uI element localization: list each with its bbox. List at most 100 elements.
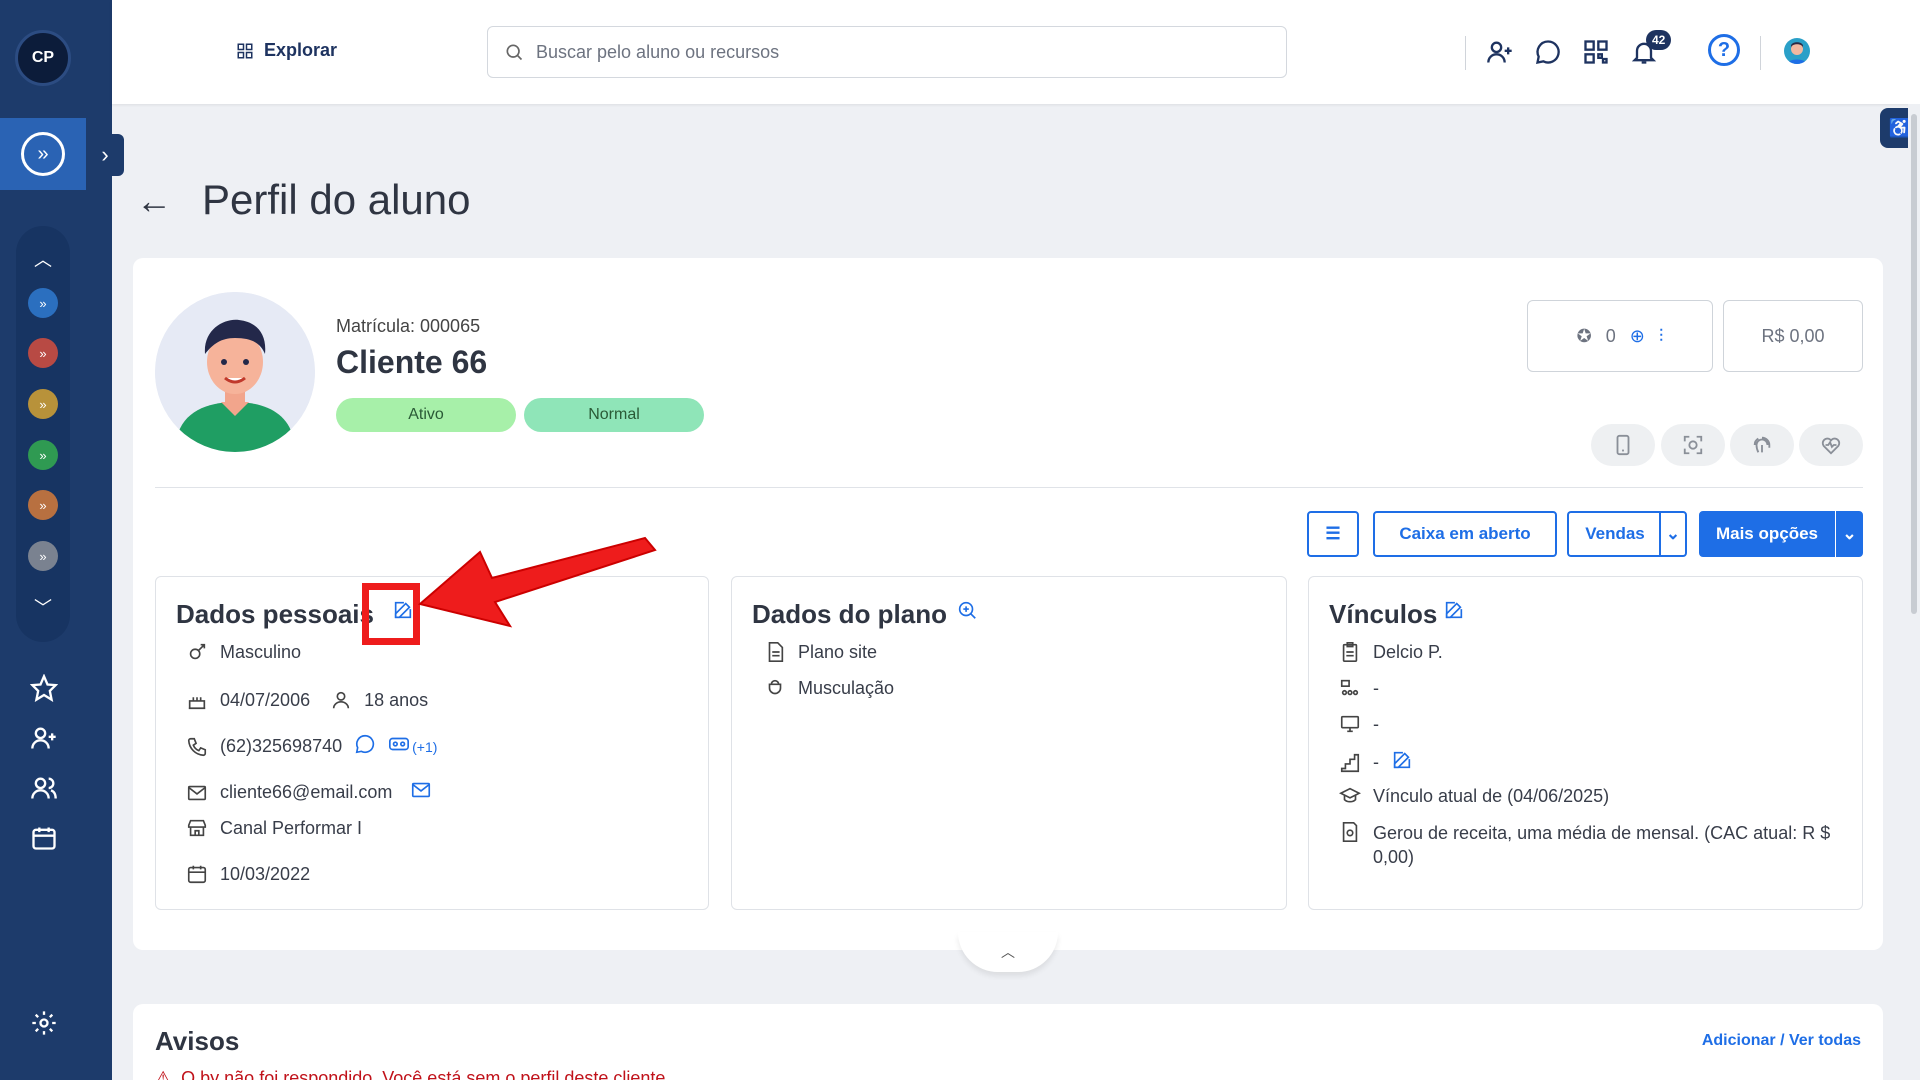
module-icon-orange[interactable]: »: [28, 490, 58, 520]
help-icon[interactable]: ?: [1708, 34, 1740, 66]
face-recognition-icon[interactable]: [1661, 424, 1725, 466]
status-badge-ativo: Ativo: [336, 398, 516, 432]
monitor-row: -: [1339, 713, 1379, 735]
notifications-badge: 42: [1646, 30, 1672, 50]
person-icon: [332, 691, 350, 709]
add-user-icon[interactable]: [24, 718, 64, 758]
add-points-icon[interactable]: ⊕: [1630, 326, 1645, 347]
student-avatar: [155, 292, 315, 452]
vendas-button[interactable]: Vendas: [1567, 511, 1661, 557]
whatsapp-icon[interactable]: [354, 733, 376, 760]
trainer-value: -: [1373, 677, 1379, 698]
graduation-cap-icon: [1339, 787, 1361, 803]
matricula-label: Matrícula: 000065: [336, 316, 481, 336]
explorar-label: Explorar: [264, 40, 338, 60]
points-medal-icon: ✪: [1576, 325, 1592, 346]
receita-row: Gerou de receita, uma média de mensal. (…: [1329, 821, 1839, 869]
module-icon-gold[interactable]: »: [28, 389, 58, 419]
edit-level-icon[interactable]: [1391, 749, 1413, 776]
collapse-card-button[interactable]: ︿: [958, 932, 1058, 972]
channel-value: Canal Performar I: [220, 817, 363, 838]
phone-icon: [187, 737, 207, 756]
settings-gear-icon[interactable]: [24, 1003, 64, 1043]
user-avatar[interactable]: [1784, 38, 1810, 64]
chevron-down-icon[interactable]: ﹀: [16, 594, 70, 620]
client-name: Cliente 66: [336, 344, 488, 380]
annotation-arrow: [417, 536, 657, 628]
chevron-up-icon[interactable]: ︿: [16, 246, 70, 272]
page-scrollbar[interactable]: [1908, 104, 1920, 1080]
chevron-down-icon: ⌄: [1842, 524, 1857, 543]
zoom-in-icon: [958, 601, 976, 619]
plan-value: Plano site: [798, 641, 878, 662]
email-value: cliente66@email.com: [220, 782, 393, 802]
store-icon: [187, 819, 207, 837]
vinculos-title: Vínculos: [1329, 599, 1438, 629]
points-value: 0: [1605, 325, 1616, 346]
monitor-icon: [1340, 715, 1360, 733]
grid-icon: [237, 43, 253, 58]
monitor-value: -: [1373, 713, 1379, 734]
aviso-warning: ⚠ O by não foi respondido. Você está sem…: [155, 1068, 665, 1080]
points-box: ✪ 0 ⊕ ⫶: [1527, 300, 1713, 372]
module-icon-gray[interactable]: »: [28, 541, 58, 571]
vinculo-atual-row: Vínculo atual de (04/06/2025): [1339, 785, 1609, 807]
document-icon: [768, 642, 784, 662]
vendas-dropdown-button[interactable]: ⌄: [1659, 511, 1687, 557]
explorar-button[interactable]: Explorar: [236, 40, 337, 61]
performar-icon: »: [21, 132, 65, 176]
registration-row: 10/03/2022: [186, 863, 310, 885]
dados-plano-title: Dados do plano: [752, 599, 947, 629]
plan-row: Plano site: [764, 641, 877, 663]
caixa-em-aberto-button[interactable]: Caixa em aberto: [1373, 511, 1557, 557]
edit-vinculos-button[interactable]: [1443, 599, 1465, 621]
clipboard-icon: [1342, 642, 1358, 662]
users-icon[interactable]: [24, 768, 64, 808]
modality-row: Musculação: [764, 677, 894, 699]
status-badge-normal: Normal: [524, 398, 704, 432]
voicemail-icon[interactable]: [388, 733, 410, 760]
list-view-button[interactable]: ☰: [1307, 511, 1359, 557]
top-bar: Explorar 42 ?: [112, 0, 1920, 104]
phone-extra-count[interactable]: (+1): [412, 739, 437, 755]
divider: [1760, 36, 1761, 70]
gender-value: Masculino: [220, 641, 302, 662]
list-icon: ☰: [1325, 524, 1341, 543]
app-logo[interactable]: CP: [15, 30, 71, 86]
trainer-row: -: [1339, 677, 1379, 699]
module-icon-green[interactable]: »: [28, 440, 58, 470]
module-icon-blue[interactable]: »: [28, 288, 58, 318]
chat-icon[interactable]: [1530, 34, 1566, 70]
divider: [1465, 36, 1466, 70]
age-value: 18 anos: [364, 689, 429, 710]
back-arrow-icon[interactable]: ←: [136, 180, 172, 222]
search-input[interactable]: [536, 41, 1256, 63]
sidebar: CP » › ︿ » » » » » » ﹀: [0, 0, 124, 1080]
calendar-icon[interactable]: [24, 818, 64, 858]
adicionar-ver-todas-link[interactable]: Adicionar / Ver todas: [1702, 1032, 1861, 1050]
mais-opcoes-dropdown-button[interactable]: ⌄: [1836, 511, 1863, 557]
search-bar[interactable]: [487, 26, 1287, 78]
send-email-icon[interactable]: [410, 779, 432, 806]
qr-code-icon[interactable]: [1578, 34, 1614, 70]
sidebar-modules-group: ︿ » » » » » » ﹀: [16, 226, 70, 642]
adjust-sliders-icon[interactable]: ⫶: [1659, 326, 1664, 347]
favorites-star-icon[interactable]: [24, 668, 64, 708]
level-row: -: [1339, 749, 1413, 776]
notifications-bell-icon[interactable]: 42: [1626, 30, 1672, 70]
stairs-icon: [1340, 753, 1360, 772]
health-heart-icon[interactable]: [1799, 424, 1863, 466]
module-icon-red[interactable]: »: [28, 338, 58, 368]
sidebar-item-performar[interactable]: »: [0, 118, 86, 190]
fingerprint-icon[interactable]: [1730, 424, 1794, 466]
receipt-icon: [1342, 822, 1358, 842]
modality-value: Musculação: [798, 677, 895, 698]
add-person-icon[interactable]: [1482, 34, 1518, 70]
sidebar-expand-toggle[interactable]: ›: [86, 134, 124, 176]
gender-row: Masculino: [186, 641, 301, 663]
mobile-app-icon[interactable]: [1591, 424, 1655, 466]
zoom-plan-button[interactable]: [956, 599, 978, 621]
mais-opcoes-button[interactable]: Mais opções: [1699, 511, 1835, 557]
scrollbar-thumb[interactable]: [1911, 114, 1917, 614]
birth-row: 04/07/2006 18 anos: [186, 689, 428, 711]
